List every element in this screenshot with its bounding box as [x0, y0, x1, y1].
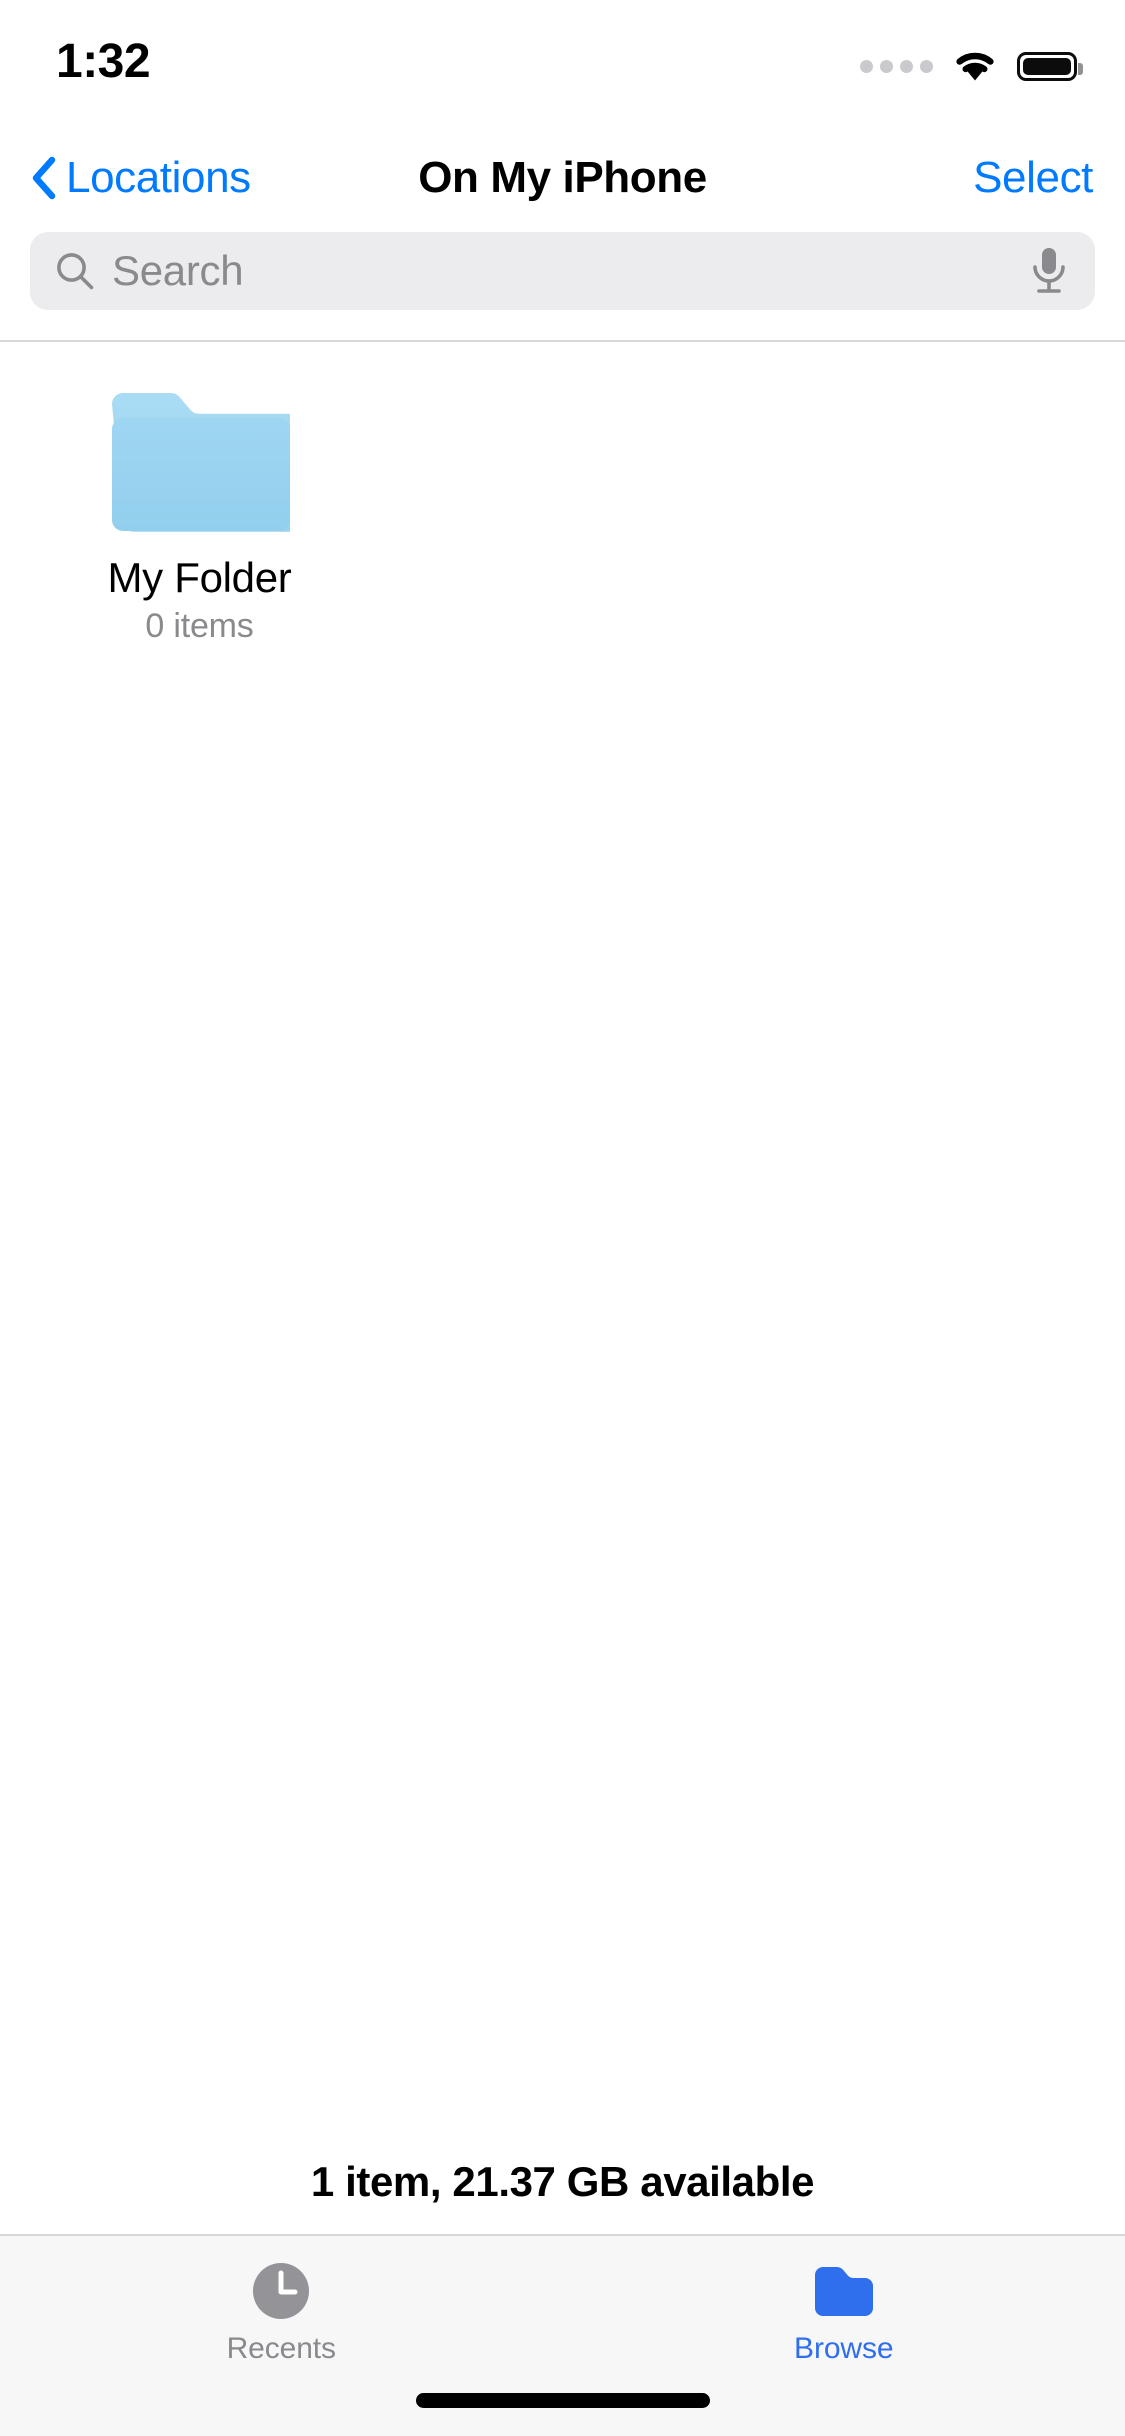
grid-item-folder[interactable]: My Folder 0 items: [18, 388, 381, 646]
tab-browse[interactable]: Browse: [563, 2258, 1125, 2364]
wifi-icon: [956, 52, 994, 81]
search-input[interactable]: Search: [30, 232, 1095, 310]
status-bar: 1:32: [0, 0, 1125, 132]
file-grid: My Folder 0 items: [0, 342, 1125, 646]
folder-icon: [111, 393, 290, 532]
grid-item-name: My Folder: [107, 554, 292, 601]
storage-status-text: 1 item, 21.37 GB available: [310, 2158, 815, 2205]
grid-item-subtitle: 0 items: [145, 607, 254, 646]
cellular-dots-icon: [860, 59, 933, 73]
search-placeholder: Search: [112, 247, 244, 294]
search-icon: [57, 253, 94, 290]
tab-recents-label: Recents: [226, 2332, 336, 2365]
search-bar-container: Search: [0, 224, 1125, 340]
home-indicator[interactable]: [415, 2393, 710, 2408]
clock-icon: [253, 2263, 310, 2319]
tab-browse-label: Browse: [794, 2332, 894, 2365]
navigation-bar: Locations On My iPhone Select: [0, 132, 1125, 224]
microphone-icon[interactable]: [1029, 245, 1069, 297]
files-app-screen: 1:32 Locations On My iPhone Select Searc…: [0, 0, 1125, 2436]
status-bar-indicators: [860, 44, 1083, 88]
tab-recents[interactable]: Recents: [0, 2258, 563, 2364]
battery-full-icon: [1017, 51, 1083, 81]
folder-icon: [814, 2267, 873, 2316]
select-button[interactable]: Select: [973, 153, 1093, 203]
page-title: On My iPhone: [418, 153, 707, 202]
status-bar-time: 1:32: [56, 35, 151, 88]
file-grid-container: My Folder 0 items 1 item, 21.37 GB avail…: [0, 342, 1125, 2234]
